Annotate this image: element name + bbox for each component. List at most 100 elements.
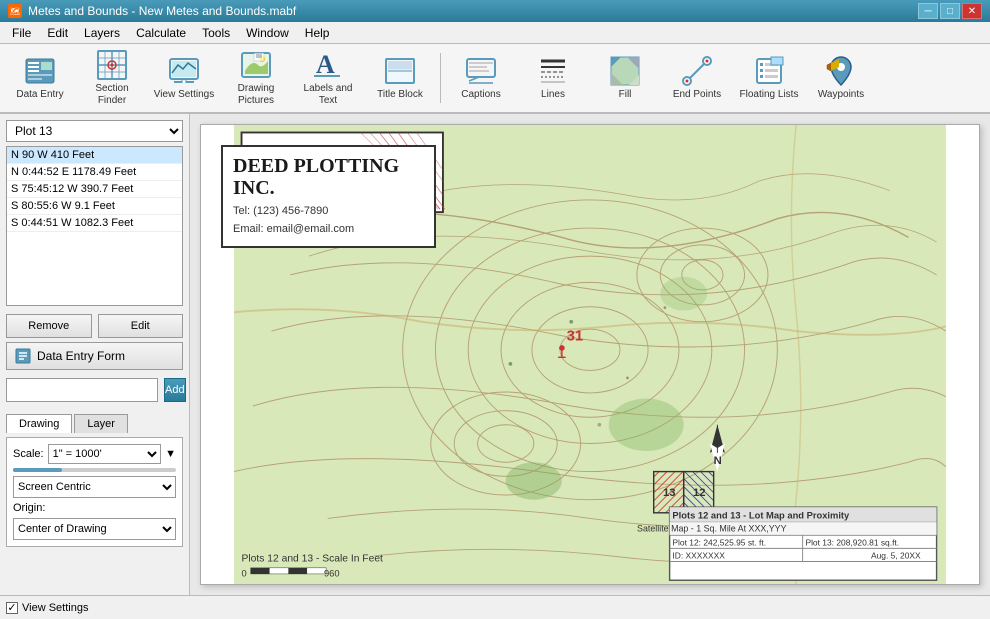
edit-button[interactable]: Edit xyxy=(98,314,184,338)
toolbar-lines[interactable]: Lines xyxy=(519,48,587,108)
svg-text:N: N xyxy=(714,455,722,467)
toolbar-view-settings[interactable]: View Settings xyxy=(150,48,218,108)
toolbar-section-finder[interactable]: Section Finder xyxy=(78,48,146,108)
scale-row: Scale: 1" = 1000' 1" = 500' ▼ xyxy=(13,444,176,464)
svg-text:Plot 13: 208,920.81 sq.ft.: Plot 13: 208,920.81 sq.ft. xyxy=(805,538,899,548)
svg-text:Aug. 5, 20XX: Aug. 5, 20XX xyxy=(871,551,921,561)
tab-row: Drawing Layer xyxy=(6,414,183,433)
menu-help[interactable]: Help xyxy=(297,24,338,42)
svg-text:A: A xyxy=(316,50,335,79)
minimize-button[interactable]: ─ xyxy=(918,3,938,19)
toolbar-separator-1 xyxy=(440,53,441,103)
remove-button[interactable]: Remove xyxy=(6,314,92,338)
zoom-slider[interactable] xyxy=(13,468,176,472)
svg-text:13: 13 xyxy=(663,487,676,499)
title-bar: 🗺 Metes and Bounds - New Metes and Bound… xyxy=(0,0,990,22)
svg-text:ID: XXXXXXX: ID: XXXXXXX xyxy=(672,551,725,561)
list-item[interactable]: N 90 W 410 Feet xyxy=(7,147,182,164)
list-item[interactable]: S 75:45:12 W 390.7 Feet xyxy=(7,181,182,198)
lines-label: Lines xyxy=(541,89,565,101)
left-panel: Plot 13 Plot 12 N 90 W 410 Feet N 0:44:5… xyxy=(0,114,190,595)
company-email: Email: email@email.com xyxy=(233,221,424,239)
menu-window[interactable]: Window xyxy=(238,24,297,42)
toolbar-fill[interactable]: Fill xyxy=(591,48,659,108)
toolbar: Data Entry Section Finder xyxy=(0,44,990,114)
menu-tools[interactable]: Tools xyxy=(194,24,238,42)
origin-select[interactable]: Center of Drawing xyxy=(13,518,176,540)
title-block-icon xyxy=(384,55,416,87)
scale-label: Scale: xyxy=(13,448,44,460)
toolbar-captions[interactable]: Captions xyxy=(447,48,515,108)
add-row: Add xyxy=(6,378,183,402)
menu-edit[interactable]: Edit xyxy=(39,24,76,42)
drawing-pictures-label: Drawing Pictures xyxy=(225,83,287,107)
svg-text:960: 960 xyxy=(324,569,340,579)
svg-text:0: 0 xyxy=(242,569,247,579)
add-button[interactable]: Add xyxy=(164,378,186,402)
svg-text:12: 12 xyxy=(693,487,706,499)
tab-layer[interactable]: Layer xyxy=(74,414,128,433)
floating-lists-label: Floating Lists xyxy=(740,89,799,101)
lines-icon xyxy=(537,55,569,87)
maximize-button[interactable]: □ xyxy=(940,3,960,19)
screen-centric-select[interactable]: Screen Centric xyxy=(13,476,176,498)
main-content: Plot 13 Plot 12 N 90 W 410 Feet N 0:44:5… xyxy=(0,114,990,595)
scale-dropdown-icon: ▼ xyxy=(165,448,176,460)
toolbar-drawing-pictures[interactable]: Drawing Pictures xyxy=(222,48,290,108)
scale-select[interactable]: 1" = 1000' 1" = 500' xyxy=(48,444,162,464)
menu-bar: File Edit Layers Calculate Tools Window … xyxy=(0,22,990,44)
fill-icon xyxy=(609,55,641,87)
plot-select[interactable]: Plot 13 Plot 12 xyxy=(6,120,183,142)
view-settings-bottom-label: View Settings xyxy=(22,602,88,614)
captions-label: Captions xyxy=(461,89,500,101)
entry-list: N 90 W 410 Feet N 0:44:52 E 1178.49 Feet… xyxy=(6,146,183,306)
drawing-area: 31 xyxy=(190,114,990,595)
list-item[interactable]: S 80:55:6 W 9.1 Feet xyxy=(7,198,182,215)
title-block-overlay: Deed Plotting Inc. Tel: (123) 456-7890 E… xyxy=(221,145,436,248)
toolbar-end-points[interactable]: End Points xyxy=(663,48,731,108)
toolbar-waypoints[interactable]: Waypoints xyxy=(807,48,875,108)
menu-layers[interactable]: Layers xyxy=(76,24,128,42)
data-entry-form-button[interactable]: Data Entry Form xyxy=(6,342,183,370)
menu-calculate[interactable]: Calculate xyxy=(128,24,194,42)
floating-lists-icon xyxy=(753,55,785,87)
tab-drawing[interactable]: Drawing xyxy=(6,414,72,433)
data-entry-icon xyxy=(24,55,56,87)
data-entry-form-label: Data Entry Form xyxy=(37,349,125,363)
close-button[interactable]: ✕ xyxy=(962,3,982,19)
svg-text:Plots 12 and 13 - Scale In Fee: Plots 12 and 13 - Scale In Feet xyxy=(242,554,384,565)
section-finder-label: Section Finder xyxy=(81,83,143,107)
title-block-label: Title Block xyxy=(377,89,423,101)
form-icon xyxy=(15,348,31,364)
labels-text-label: Labels and Text xyxy=(297,83,359,107)
toolbar-labels-text[interactable]: A Labels and Text xyxy=(294,48,362,108)
end-points-icon xyxy=(681,55,713,87)
toolbar-floating-lists[interactable]: Floating Lists xyxy=(735,48,803,108)
list-item[interactable]: N 0:44:52 E 1178.49 Feet xyxy=(7,164,182,181)
waypoints-label: Waypoints xyxy=(818,89,864,101)
entry-action-row: Remove Edit xyxy=(6,314,183,338)
view-settings-bottom[interactable]: ✓ View Settings xyxy=(6,602,88,614)
view-settings-icon xyxy=(168,55,200,87)
settings-panel: Scale: 1" = 1000' 1" = 500' ▼ Screen Cen… xyxy=(6,437,183,547)
menu-file[interactable]: File xyxy=(4,24,39,42)
list-item[interactable]: S 0:44:51 W 1082.3 Feet xyxy=(7,215,182,232)
toolbar-data-entry[interactable]: Data Entry xyxy=(6,48,74,108)
view-settings-checkbox[interactable]: ✓ xyxy=(6,602,18,614)
origin-row: Center of Drawing xyxy=(13,518,176,540)
fill-label: Fill xyxy=(619,89,632,101)
screen-centric-row: Screen Centric xyxy=(13,476,176,498)
view-settings-label: View Settings xyxy=(154,89,214,101)
drawing-pictures-icon xyxy=(240,49,272,81)
canvas: 31 xyxy=(200,124,980,585)
toolbar-title-block[interactable]: Title Block xyxy=(366,48,434,108)
origin-label: Origin: xyxy=(13,502,176,514)
company-phone: Tel: (123) 456-7890 xyxy=(233,203,424,221)
end-points-label: End Points xyxy=(673,89,721,101)
svg-text:Plots 12 and 13 - Lot Map and: Plots 12 and 13 - Lot Map and Proximity xyxy=(672,510,850,520)
bottom-bar: ✓ View Settings xyxy=(0,595,990,619)
company-contact: Tel: (123) 456-7890 Email: email@email.c… xyxy=(233,203,424,238)
window-title: Metes and Bounds - New Metes and Bounds.… xyxy=(28,4,296,18)
add-input[interactable] xyxy=(6,378,158,402)
svg-text:Satellite Map - 1 Sq. Mile At: Satellite Map - 1 Sq. Mile At XXX,YYY xyxy=(637,524,787,534)
